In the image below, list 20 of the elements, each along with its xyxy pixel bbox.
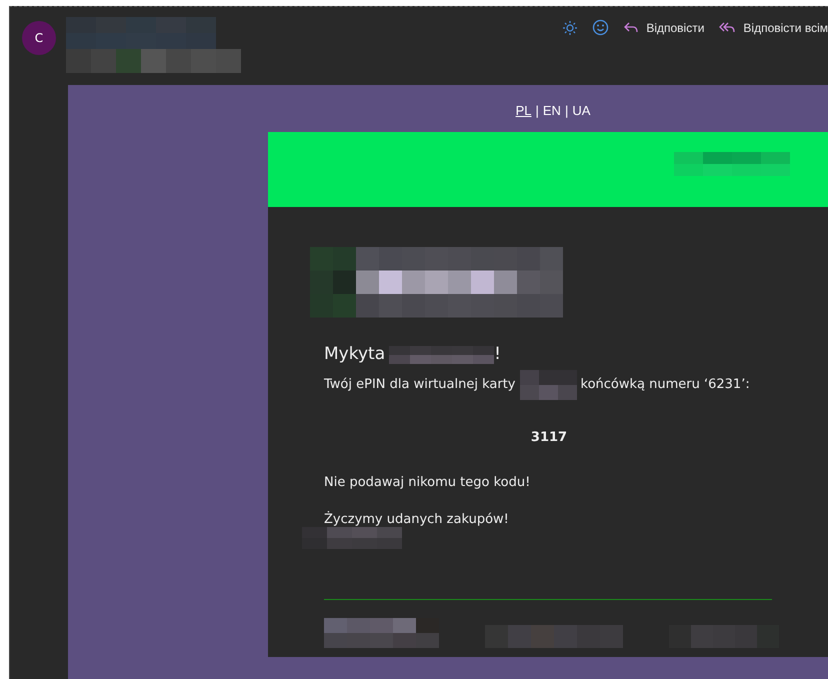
message-text: końcówką numeru ‘6231’: bbox=[580, 377, 750, 392]
message-text: Twój ePIN dla wirtualnej karty bbox=[324, 377, 516, 392]
avatar: C bbox=[22, 21, 56, 55]
warning-text: Nie podawaj nikomu tego kodu! bbox=[323, 474, 532, 490]
reply-button[interactable]: Відповісти bbox=[623, 20, 704, 34]
separator: | bbox=[564, 103, 568, 118]
sun-icon[interactable] bbox=[562, 20, 578, 36]
language-link[interactable]: EN bbox=[542, 103, 561, 118]
reply-all-icon bbox=[718, 20, 736, 34]
language-link[interactable]: UA bbox=[572, 103, 590, 118]
language-link[interactable]: PL bbox=[516, 103, 532, 118]
pin-code: 3117 bbox=[530, 430, 568, 444]
greeting-mark: ! bbox=[494, 344, 501, 364]
separator: | bbox=[536, 103, 539, 118]
reply-icon bbox=[623, 20, 640, 34]
greeting-text: Mykyta bbox=[324, 344, 386, 364]
redacted-block bbox=[520, 370, 576, 400]
smiley-icon[interactable] bbox=[592, 19, 610, 36]
reply-all-button[interactable]: Відповісти всім bbox=[718, 20, 828, 34]
closing-text: Życzymy udanych zakupów! bbox=[323, 512, 510, 526]
